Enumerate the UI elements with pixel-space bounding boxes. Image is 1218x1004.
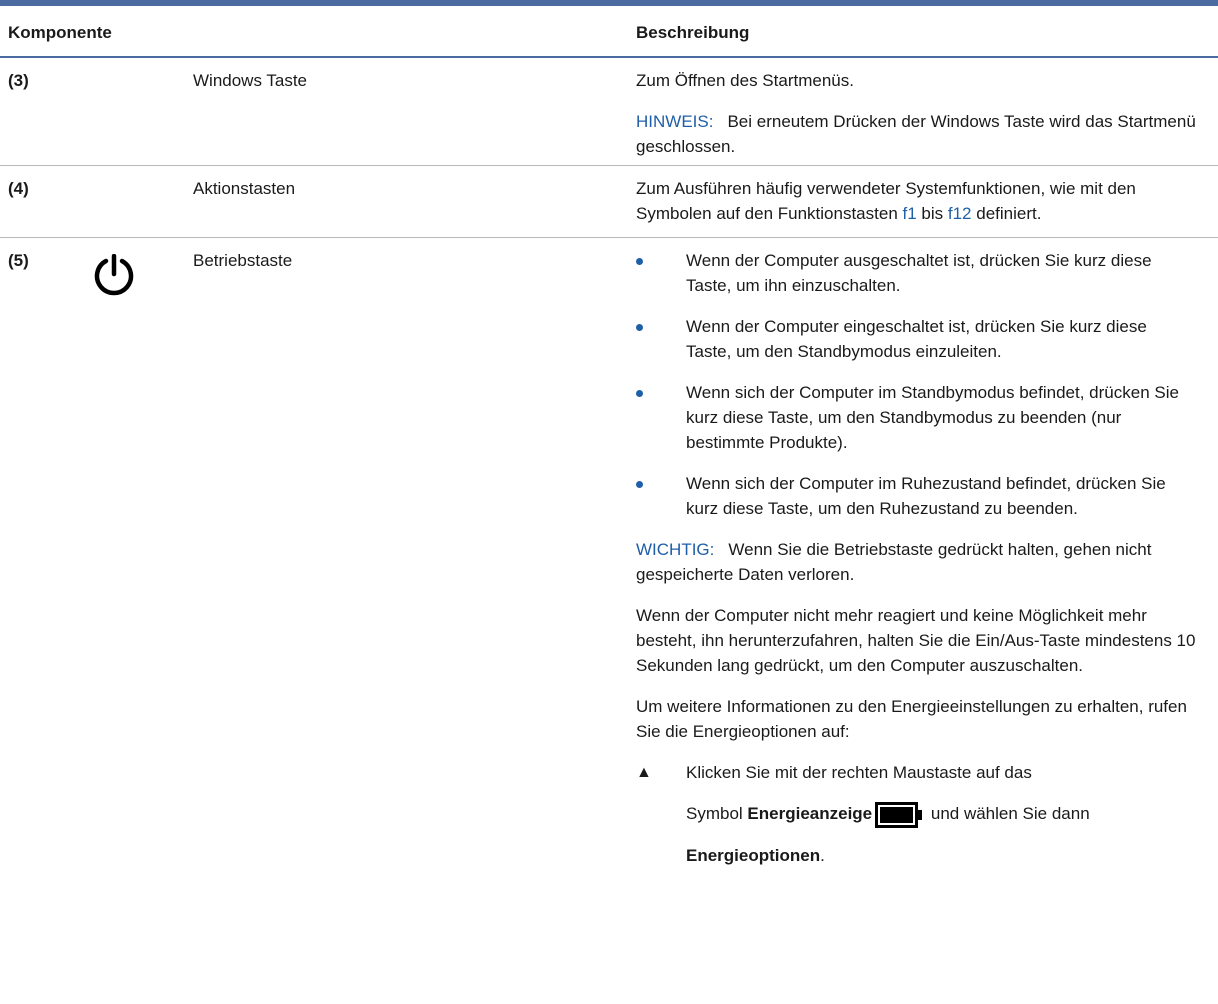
bullet-text: Wenn sich der Computer im Standbymodus b… — [686, 383, 1179, 452]
step-line-1: Klicken Sie mit der rechten Maustaste au… — [686, 763, 1032, 782]
step-after-text: und wählen Sie dann — [926, 804, 1090, 823]
list-item: Wenn sich der Computer im Standbymodus b… — [636, 380, 1196, 455]
paragraph-force-shutdown: Wenn der Computer nicht mehr reagiert un… — [636, 606, 1196, 675]
components-table: Komponente Beschreibung (3) Windows Tast… — [0, 6, 1218, 1004]
note: HINWEIS: Bei erneutem Drücken der Windows… — [636, 109, 1196, 159]
list-item: Wenn der Computer ausgeschaltet ist, drü… — [636, 248, 1196, 298]
table-header: Komponente Beschreibung — [0, 6, 1218, 58]
note-text: Bei erneutem Drücken der Windows Taste w… — [636, 112, 1196, 156]
battery-tip — [918, 809, 923, 820]
table-row: (5) Betriebstaste Wenn der Computer ausg… — [0, 238, 1218, 1004]
important-label: WICHTIG: — [636, 540, 715, 559]
step-triangle-icon: ▲ — [636, 764, 652, 781]
power-icon — [92, 253, 136, 305]
step-item: ▲ Klicken Sie mit der rechten Maustaste … — [636, 760, 1196, 868]
component-name: Betriebstaste — [193, 251, 293, 270]
row-number: (3) — [8, 71, 29, 90]
description-mid: bis — [916, 204, 948, 223]
power-options-label: Energieoptionen — [686, 846, 821, 865]
header-component: Komponente — [8, 23, 112, 42]
important-note: WICHTIG: Wenn Sie die Betriebstaste gedrü… — [636, 537, 1196, 587]
link-f12[interactable]: f12 — [948, 204, 972, 223]
bullet-text: Wenn der Computer ausgeschaltet ist, drü… — [686, 251, 1152, 295]
row-number: (4) — [8, 179, 29, 198]
link-f1[interactable]: f1 — [903, 204, 917, 223]
note-label: HINWEIS: — [636, 112, 714, 131]
table-row: (4) Aktionstasten Zum Ausführen häufig v… — [0, 166, 1218, 238]
battery-icon — [875, 801, 919, 828]
description-prefix: Zum Ausführen häufig verwendeter Systemf… — [636, 179, 1136, 223]
component-description: Zum Öffnen des Startmenüs. HINWEIS: Bei e… — [636, 68, 1196, 159]
bullet-dot — [636, 324, 643, 331]
step-line-3: Energieoptionen. — [686, 843, 1196, 868]
description-suffix: definiert. — [971, 204, 1042, 223]
step-symbol-text: Symbol — [686, 804, 748, 823]
bullet-text: Wenn sich der Computer im Ruhezustand be… — [686, 474, 1166, 518]
bullet-dot — [636, 258, 643, 265]
header-description: Beschreibung — [636, 23, 750, 42]
component-name: Aktionstasten — [193, 179, 296, 198]
description-text: Zum Öffnen des Startmenüs. — [636, 71, 854, 90]
component-description: Zum Ausführen häufig verwendeter Systemf… — [636, 176, 1196, 226]
paragraph-power-settings: Um weitere Informationen zu den Energiee… — [636, 697, 1187, 741]
table-row: (3) Windows Taste Zum Öffnen des Startme… — [0, 58, 1218, 166]
bullet-dot — [636, 390, 643, 397]
component-description: Wenn der Computer ausgeschaltet ist, drü… — [636, 248, 1196, 868]
component-name: Windows Taste — [193, 71, 308, 90]
description-text: Zum Ausführen häufig verwendeter Systemf… — [636, 176, 1196, 226]
bullet-dot — [636, 481, 643, 488]
step-line-2: Symbol Energieanzeige und wählen Sie dan… — [686, 799, 1196, 829]
list-item: Wenn der Computer eingeschaltet ist, drü… — [636, 314, 1196, 364]
row-number: (5) — [8, 251, 29, 270]
step-end: . — [820, 846, 825, 865]
bullet-text: Wenn der Computer eingeschaltet ist, drü… — [686, 317, 1147, 361]
battery-meter-label: Energieanzeige — [747, 804, 873, 823]
list-item: Wenn sich der Computer im Ruhezustand be… — [636, 471, 1196, 521]
